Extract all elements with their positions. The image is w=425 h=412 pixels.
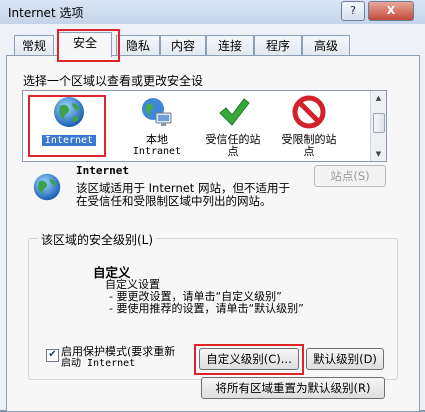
tab-general[interactable]: 常规 <box>14 35 54 56</box>
tab-security[interactable]: 安全 <box>58 32 112 57</box>
close-button[interactable]: X <box>368 1 414 21</box>
window-title: Internet 选项 <box>8 6 84 20</box>
protected-mode-checkbox[interactable]: ✔ <box>46 349 59 362</box>
level-line-3: - 要使用推荐的设置，请单击“默认级别” <box>109 302 304 315</box>
zone-restricted-label-line2: 点 <box>303 145 315 158</box>
zone-local-intranet[interactable]: 本地 Intranet <box>117 91 197 161</box>
zone-trusted-sites[interactable]: 受信任的站 点 <box>193 91 273 161</box>
zone-list-scrollbar[interactable]: ▲ ▼ <box>370 91 386 161</box>
security-level-group-label: 该区域的安全级别(L) <box>38 231 157 248</box>
zone-trusted-label-line2: 点 <box>227 145 239 158</box>
globe-icon <box>54 97 84 127</box>
selected-zone-name: Internet <box>76 164 129 177</box>
zone-local-label-line1: 本地 <box>146 133 168 146</box>
sites-button[interactable]: 站点(S) <box>314 165 386 187</box>
tab-programs[interactable]: 程序 <box>254 35 302 56</box>
tab-content[interactable]: 内容 <box>160 35 206 56</box>
protected-mode-line2: 启动 Internet <box>61 358 136 369</box>
restricted-icon <box>292 95 326 129</box>
tab-bar: 常规 安全 隐私 内容 连接 程序 高级 <box>0 32 425 57</box>
help-button[interactable]: ? <box>341 1 365 21</box>
protected-mode-line1: 启用保护模式(要求重新 <box>61 345 176 358</box>
security-level-description: 自定义设置 - 要更改设置，请单击“自定义级别” - 要使用推荐的设置，请单击“… <box>105 279 304 315</box>
scroll-down-icon[interactable]: ▼ <box>371 147 386 161</box>
tab-connections[interactable]: 连接 <box>206 35 254 56</box>
tab-advanced[interactable]: 高级 <box>302 35 350 56</box>
zone-internet[interactable]: Internet <box>29 91 109 161</box>
tab-privacy[interactable]: 隐私 <box>116 35 160 56</box>
protected-mode-label: 启用保护模式(要求重新 启动 Internet <box>61 346 175 370</box>
reset-all-zones-button[interactable]: 将所有区域重置为默认级别(R) <box>201 377 385 399</box>
zone-desc-line2: 在受信任和受限制区域中列出的网站。 <box>76 194 272 208</box>
scroll-thumb[interactable] <box>373 113 385 133</box>
zones-label: 选择一个区域以查看或更改安全设 <box>23 74 204 88</box>
zone-local-label-line2: Intranet <box>132 146 182 157</box>
globe-icon <box>33 173 61 201</box>
selected-zone-description: 该区域适用于 Internet 网站，但不适用于 在受信任和受限制区域中列出的网… <box>76 182 316 208</box>
checkmark-icon <box>219 98 250 126</box>
zone-internet-label: Internet <box>41 135 97 146</box>
local-intranet-icon <box>142 98 172 126</box>
zone-restricted-sites[interactable]: 受限制的站 点 <box>269 91 349 161</box>
default-level-button[interactable]: 默认级别(D) <box>306 348 384 370</box>
zone-list: Internet 本地 Intranet 受信任的站 点 受限制的站 点 ▲ ▼ <box>22 90 387 162</box>
scroll-up-icon[interactable]: ▲ <box>371 91 386 105</box>
title-bar: Internet 选项 ? X <box>0 0 425 24</box>
custom-level-button[interactable]: 自定义级别(C)... <box>199 348 299 370</box>
internet-options-window: Internet 选项 ? X 常规 安全 隐私 内容 连接 程序 高级 选择一… <box>0 0 425 412</box>
